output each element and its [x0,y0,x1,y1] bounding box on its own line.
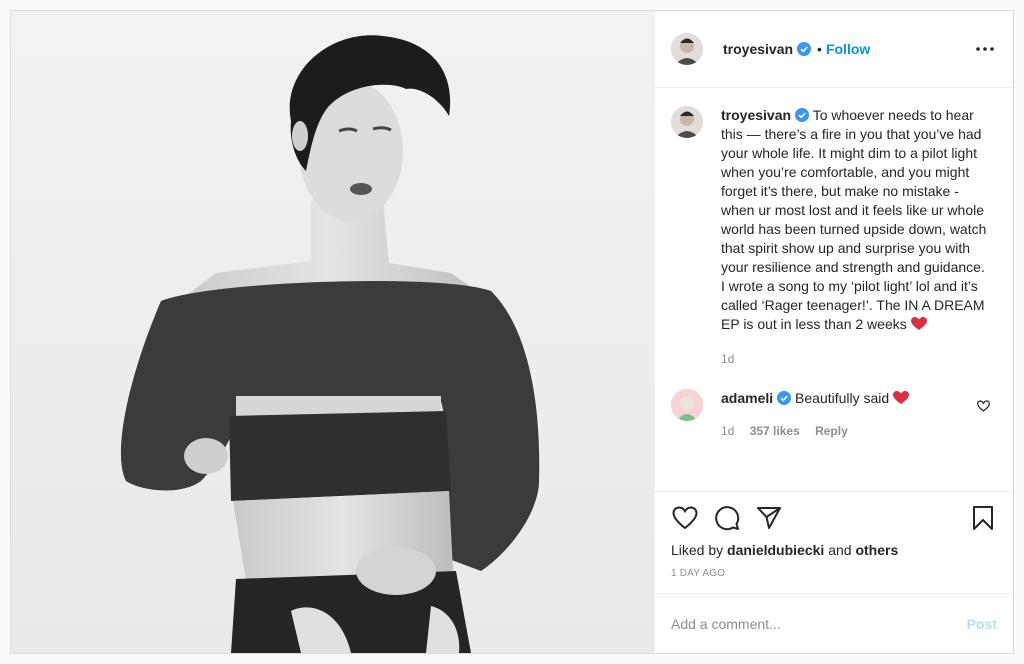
caption-username[interactable]: troyesivan [721,107,791,123]
add-comment-bar: Post [655,593,1013,653]
post-actions: Liked by danieldubiecki and others 1 DAY… [655,491,1013,593]
reply-button[interactable]: Reply [815,424,848,438]
verified-badge-icon [797,42,812,56]
post-time-ago[interactable]: 1 DAY AGO [671,568,997,579]
author-username[interactable]: troyesivan [723,41,793,57]
author-avatar[interactable] [671,33,703,65]
comment-body: adameli Beautifully said 1d 357 likes Re… [721,389,991,441]
comment-icon[interactable] [713,504,741,532]
photo-illustration [11,11,654,653]
add-comment-input[interactable] [671,615,967,632]
red-heart-emoji-icon [893,391,910,410]
liked-by-user[interactable]: danieldubiecki [727,542,824,558]
comments-section: troyesivan To whoever needs to hear this… [655,88,1013,491]
liked-by: Liked by danieldubiecki and others [671,542,997,558]
caption-row: troyesivan To whoever needs to hear this… [671,106,997,369]
post-header: troyesivan • Follow [655,11,1013,88]
liked-by-others[interactable]: others [855,542,898,558]
comment-meta: 1d 357 likes Reply [721,422,991,441]
heart-icon[interactable] [671,504,699,532]
liked-by-prefix: Liked by [671,542,724,558]
caption-age: 1d [721,352,735,366]
post-comment-button[interactable]: Post [967,616,997,632]
post-dialog: troyesivan • Follow troyesivan To whoeve… [10,10,1014,654]
header-separator: • [817,41,822,57]
follow-button[interactable]: Follow [826,41,870,57]
comment-row: adameli Beautifully said 1d 357 likes Re… [671,389,997,441]
post-sidebar: troyesivan • Follow troyesivan To whoeve… [654,11,1013,653]
commenter-username[interactable]: adameli [721,390,773,406]
more-options-icon[interactable] [973,37,997,61]
share-icon[interactable] [755,504,783,532]
post-photo[interactable] [11,11,654,653]
verified-badge-icon [795,108,810,122]
verified-badge-icon [777,391,792,405]
comment-age: 1d [721,424,735,438]
caption-body: troyesivan To whoever needs to hear this… [721,106,991,369]
caption-text: To whoever needs to hear this — there’s … [721,107,987,332]
action-icons [671,502,997,534]
red-heart-emoji-icon [910,317,927,336]
liked-by-and: and [828,542,852,558]
caption-author-avatar[interactable] [671,106,703,138]
caption-meta: 1d [721,350,991,369]
comment-text: Beautifully said [795,390,890,406]
comment-likes[interactable]: 357 likes [750,424,800,438]
bookmark-icon[interactable] [969,504,997,532]
commenter-avatar[interactable] [671,389,703,421]
comment-like-heart-icon[interactable] [977,399,991,413]
